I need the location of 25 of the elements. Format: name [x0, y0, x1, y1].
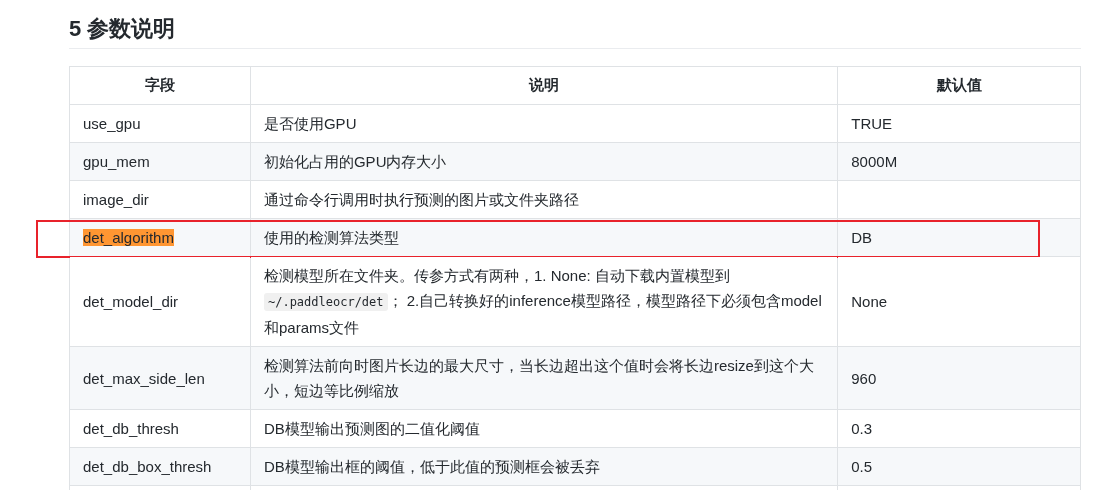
table-cell: 8000M — [837, 142, 1081, 181]
section-heading: 5 参数说明 — [69, 14, 1081, 49]
table-cell: None — [837, 256, 1081, 347]
table-cell: 0.3 — [837, 409, 1081, 448]
table-cell: 通过命令行调用时执行预测的图片或文件夹路径 — [250, 180, 838, 219]
table-cell: det_model_dir — [69, 256, 251, 347]
column-header: 默认值 — [837, 66, 1081, 105]
table-cell: gpu_mem — [69, 142, 251, 181]
table-cell: 是否使用GPU — [250, 104, 838, 143]
column-header: 字段 — [69, 66, 251, 105]
table-cell: det_db_box_thresh — [69, 447, 251, 486]
table-cell: DB模型输出框的阈值，低于此值的预测框会被丢弃 — [250, 447, 838, 486]
inline-code: ~/.paddleocr/det — [263, 293, 388, 311]
column-header: 说明 — [250, 66, 838, 105]
table-cell: use_gpu — [69, 104, 251, 143]
table-cell: det_max_side_len — [69, 346, 251, 410]
table-cell: 检测算法前向时图片长边的最大尺寸，当长边超出这个值时会将长边resize到这个大小，短边等比例缩放 — [250, 346, 838, 410]
table-cell: DB模型输出预测图的二值化阈值 — [250, 409, 838, 448]
table-cell: 960 — [837, 346, 1081, 410]
table-cell: 初始化占用的GPU内存大小 — [250, 142, 838, 181]
table-cell: 0.5 — [837, 447, 1081, 486]
table-cell: TRUE — [837, 104, 1081, 143]
table-cell: image_dir — [69, 180, 251, 219]
table-cell: det_db_thresh — [69, 409, 251, 448]
table-cell: 检测模型所在文件夹。传参方式有两种，1. None: 自动下载内置模型到 ~/.paddleocr/det ； 2.自己转换好的inference模型路径，模型路径下必须包含model和params文件 — [250, 256, 838, 347]
